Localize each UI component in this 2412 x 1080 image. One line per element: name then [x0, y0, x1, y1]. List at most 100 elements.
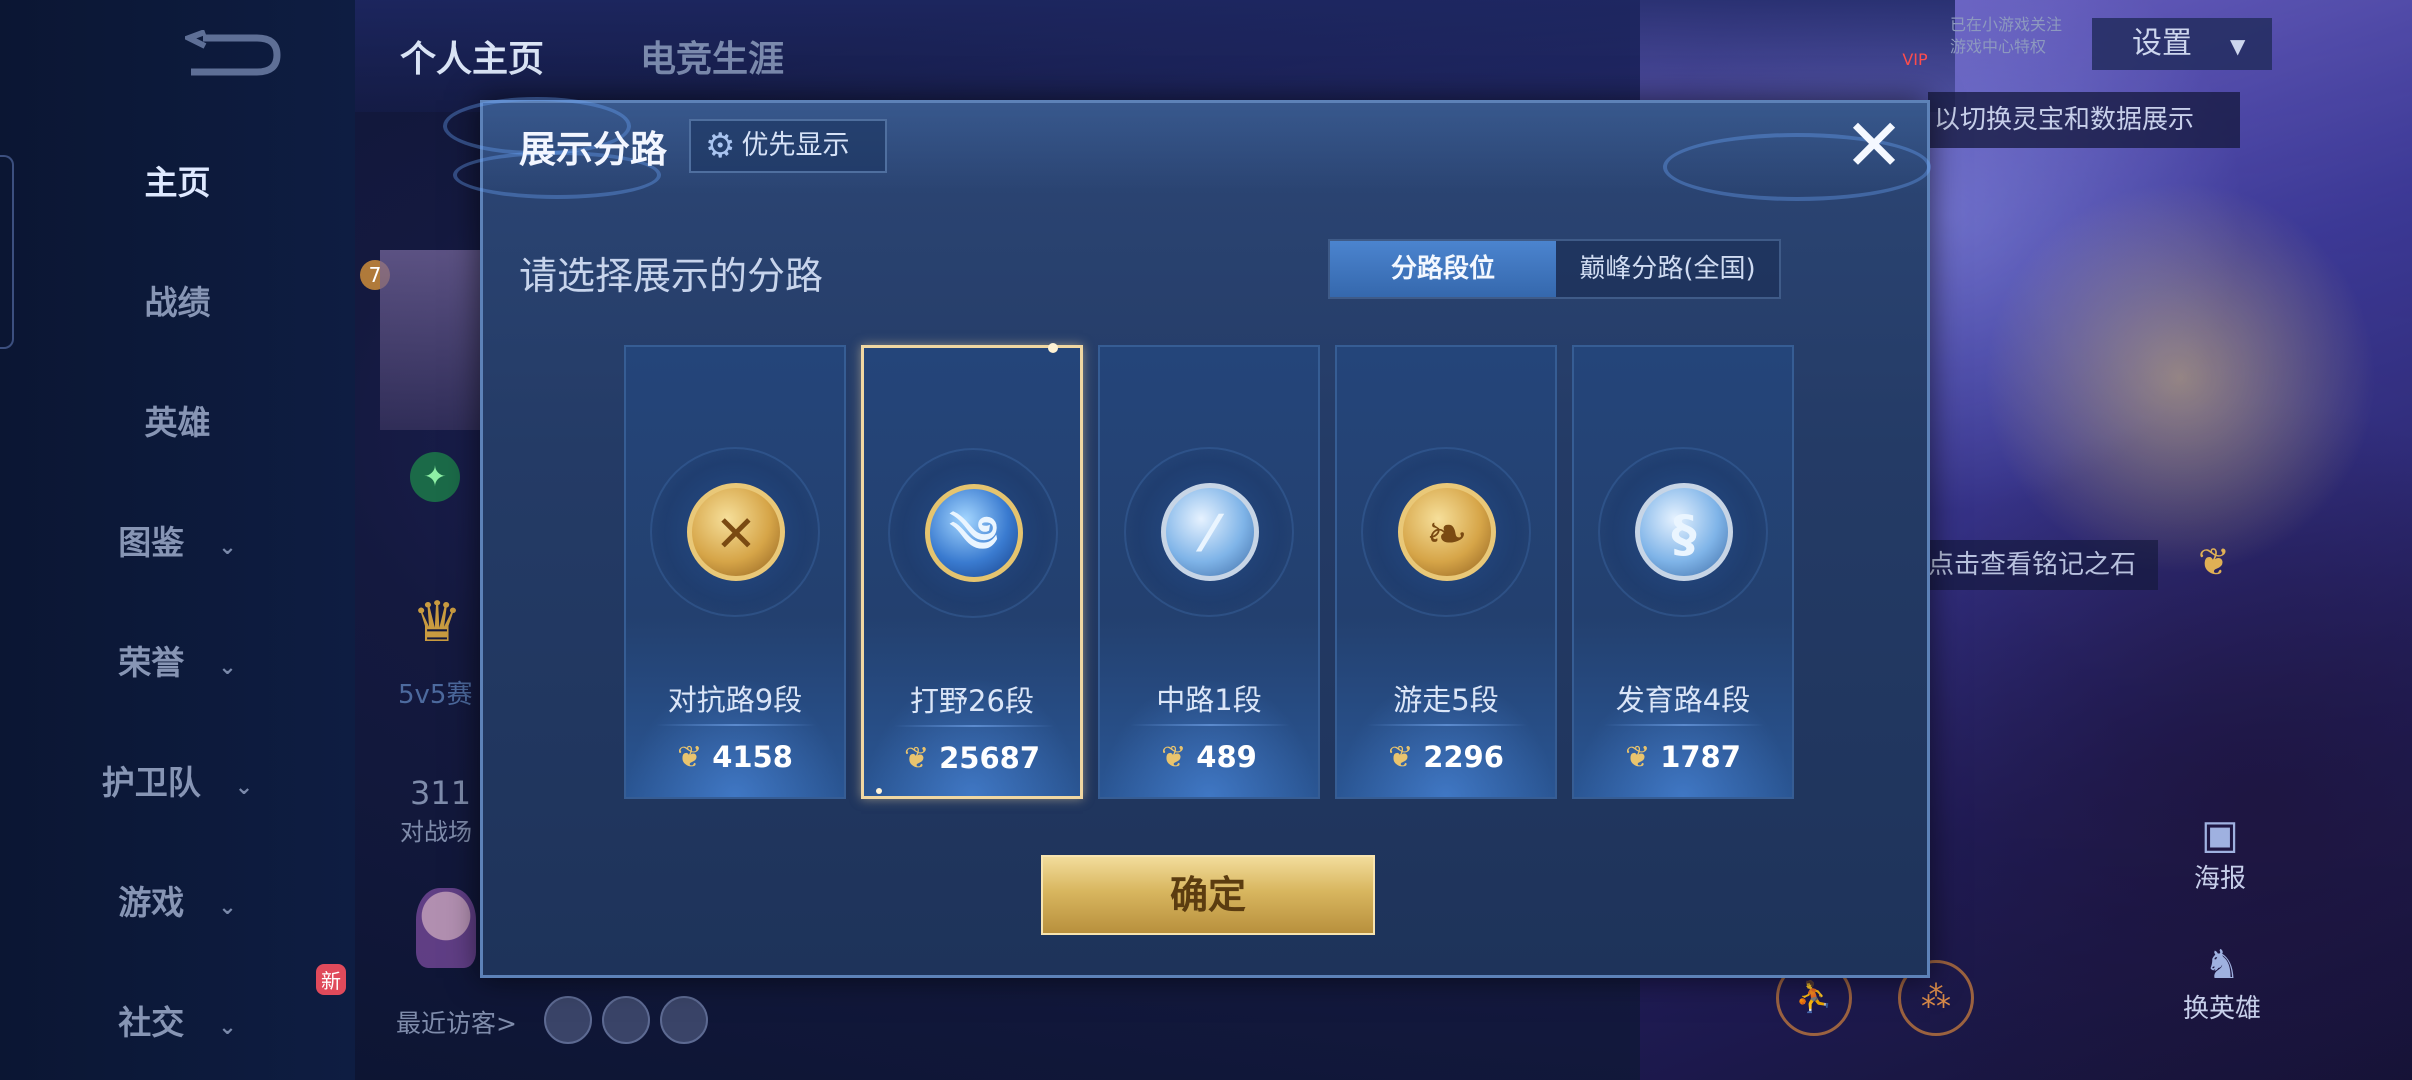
rank-emblem-icon[interactable]: ♛: [412, 590, 462, 655]
sidebar: 主页 战绩 英雄 图鉴 ⌄ 荣誉 ⌄ 护卫队 ⌄ 游戏 ⌄ 社交 ⌄ 新: [0, 0, 355, 1080]
hero-icon: ♞: [2204, 942, 2240, 988]
sidebar-item-honor[interactable]: 荣誉 ⌄: [0, 636, 355, 684]
wing-emblem-icon[interactable]: ❦: [2198, 540, 2230, 584]
bow-icon: §: [1635, 483, 1733, 581]
visitor-avatar[interactable]: [660, 996, 708, 1044]
lane-label: 游走5段: [1393, 683, 1499, 717]
sidebar-item-label: 主页: [144, 163, 211, 202]
lane-score: ❦ 2296: [1337, 740, 1555, 775]
lane-score: ❦ 489: [1100, 740, 1318, 775]
lane-label: 对抗路9段: [667, 683, 803, 717]
lane-card-mid[interactable]: ⁄ 中路1段 ❦ 489: [1098, 345, 1320, 799]
sidebar-item-label: 战绩: [144, 283, 211, 322]
sidebar-item-label: 社交: [118, 1003, 185, 1042]
sidebar-item-records[interactable]: 战绩: [0, 276, 355, 324]
chevron-down-icon: ⌄: [218, 895, 237, 920]
sidebar-item-label: 图鉴: [118, 523, 185, 562]
lane-card-roam[interactable]: ❧ 游走5段 ❦ 2296: [1335, 345, 1557, 799]
settings-button[interactable]: 设置 ▼: [2092, 18, 2272, 70]
lane-score: ❦ 4158: [626, 740, 844, 775]
new-badge: 新: [316, 964, 346, 995]
priority-display-button[interactable]: ⚙ 优先显示: [689, 119, 887, 173]
sidebar-item-label: 荣誉: [118, 643, 185, 682]
lane-card-farm[interactable]: § 发育路4段 ❦ 1787: [1572, 345, 1794, 799]
match-count: 311: [410, 774, 472, 812]
lane-score: ❦ 1787: [1574, 740, 1792, 775]
lane-score-value: 4158: [712, 740, 793, 774]
lane-label: 打野26段: [910, 684, 1034, 718]
lane-score-value: 25687: [939, 741, 1041, 775]
wing-icon: ❦: [677, 740, 703, 775]
visitor-avatar[interactable]: [602, 996, 650, 1044]
confirm-button[interactable]: 确定: [1041, 855, 1375, 935]
lane-score-value: 489: [1196, 740, 1257, 774]
poster-icon: ▣: [2201, 812, 2239, 858]
chevron-down-icon: ⌄: [234, 775, 254, 800]
sidebar-item-guard[interactable]: 护卫队 ⌄: [0, 756, 355, 804]
display-mode-toggle: 分路段位 巅峰分路(全国): [1328, 239, 1781, 299]
lane-label: 中路1段: [1156, 683, 1262, 717]
change-hero-button[interactable]: ♞ 换英雄: [2176, 942, 2268, 1025]
vip-icon[interactable]: VIP: [1895, 10, 1935, 69]
wing-icon: ❦: [903, 741, 930, 776]
back-arrow-icon[interactable]: [185, 30, 285, 80]
lane-score-value: 1787: [1660, 740, 1741, 774]
sidebar-item-social[interactable]: 社交 ⌄: [0, 996, 355, 1044]
priority-display-label: 优先显示: [741, 130, 850, 161]
tab-esports-career[interactable]: 电竞生涯: [640, 30, 784, 82]
divider: [1604, 724, 1764, 726]
lane-card-top[interactable]: ✕ 对抗路9段 ❦ 4158: [624, 345, 846, 799]
poster-button[interactable]: ▣ 海报: [2188, 812, 2252, 895]
pet-avatar[interactable]: [416, 888, 476, 968]
slash-icon: ⁄: [1161, 483, 1259, 581]
lane-label: 发育路4段: [1615, 683, 1751, 717]
sidebar-item-label: 游戏: [118, 883, 185, 922]
avatar[interactable]: [380, 250, 480, 430]
gear-icon: ⚙: [705, 126, 736, 166]
sidebar-item-heroes[interactable]: 英雄: [0, 396, 355, 444]
settings-label: 设置: [2132, 26, 2192, 61]
selection-marker: [1048, 343, 1058, 353]
wings-icon: ❧: [1398, 483, 1496, 581]
vip-text-line: 游戏中心特权: [1950, 37, 2047, 56]
mingwen-hint[interactable]: 点击查看铭记之石: [1928, 540, 2158, 590]
status-badge-icon: ✦: [410, 452, 460, 502]
sidebar-item-collection[interactable]: 图鉴 ⌄: [0, 516, 355, 564]
divider: [1367, 724, 1527, 726]
sidebar-item-label: 英雄: [144, 403, 211, 442]
visitor-avatar[interactable]: [544, 996, 592, 1044]
game-mode-text: 5v5赛: [398, 680, 473, 710]
chevron-down-icon: ⌄: [218, 655, 237, 680]
sidebar-item-label: 护卫队: [101, 763, 201, 802]
toggle-lane-rank[interactable]: 分路段位: [1330, 241, 1556, 297]
display-lane-dialog: 展示分路 ⚙ 优先显示 ✕ 请选择展示的分路 分路段位 巅峰分路(全国) ✕ 对抗…: [443, 97, 1931, 978]
sidebar-item-games[interactable]: 游戏 ⌄: [0, 876, 355, 924]
wing-icon: ❦: [1388, 740, 1414, 775]
divider: [1130, 724, 1290, 726]
match-count-label: 对战场: [400, 818, 472, 846]
recent-visitors-link[interactable]: 最近访客>: [396, 1004, 517, 1040]
dialog-subtitle: 请选择展示的分路: [519, 254, 824, 298]
switch-display-hint: 以切换灵宝和数据展示: [1928, 92, 2240, 148]
dragon-icon: ༄: [925, 484, 1023, 582]
wing-icon: ❦: [1161, 740, 1187, 775]
poster-label: 海报: [2193, 864, 2246, 894]
lane-card-jungle[interactable]: ༄ 打野26段 ❦ 25687: [861, 343, 1083, 799]
tab-profile[interactable]: 个人主页: [400, 30, 544, 82]
wing-icon: ❦: [1625, 740, 1651, 775]
close-icon[interactable]: ✕: [1839, 109, 1909, 183]
chevron-down-icon: ▼: [2230, 34, 2246, 58]
dialog-title: 展示分路: [519, 128, 667, 171]
lane-score-value: 2296: [1423, 740, 1504, 774]
divider: [894, 725, 1054, 727]
sidebar-item-home[interactable]: 主页: [0, 156, 355, 204]
vip-text: 已在小游戏关注 游戏中心特权: [1950, 14, 2062, 58]
change-hero-label: 换英雄: [2182, 994, 2261, 1024]
lane-score: ❦ 25687: [864, 741, 1080, 776]
toggle-peak-lane[interactable]: 巅峰分路(全国): [1556, 241, 1779, 297]
selection-marker: [876, 788, 882, 794]
vip-text-line: 已在小游戏关注: [1950, 15, 2063, 34]
sword-cross-icon: ✕: [687, 483, 785, 581]
top-bar: [355, 0, 1955, 112]
chevron-down-icon: ⌄: [218, 535, 237, 560]
